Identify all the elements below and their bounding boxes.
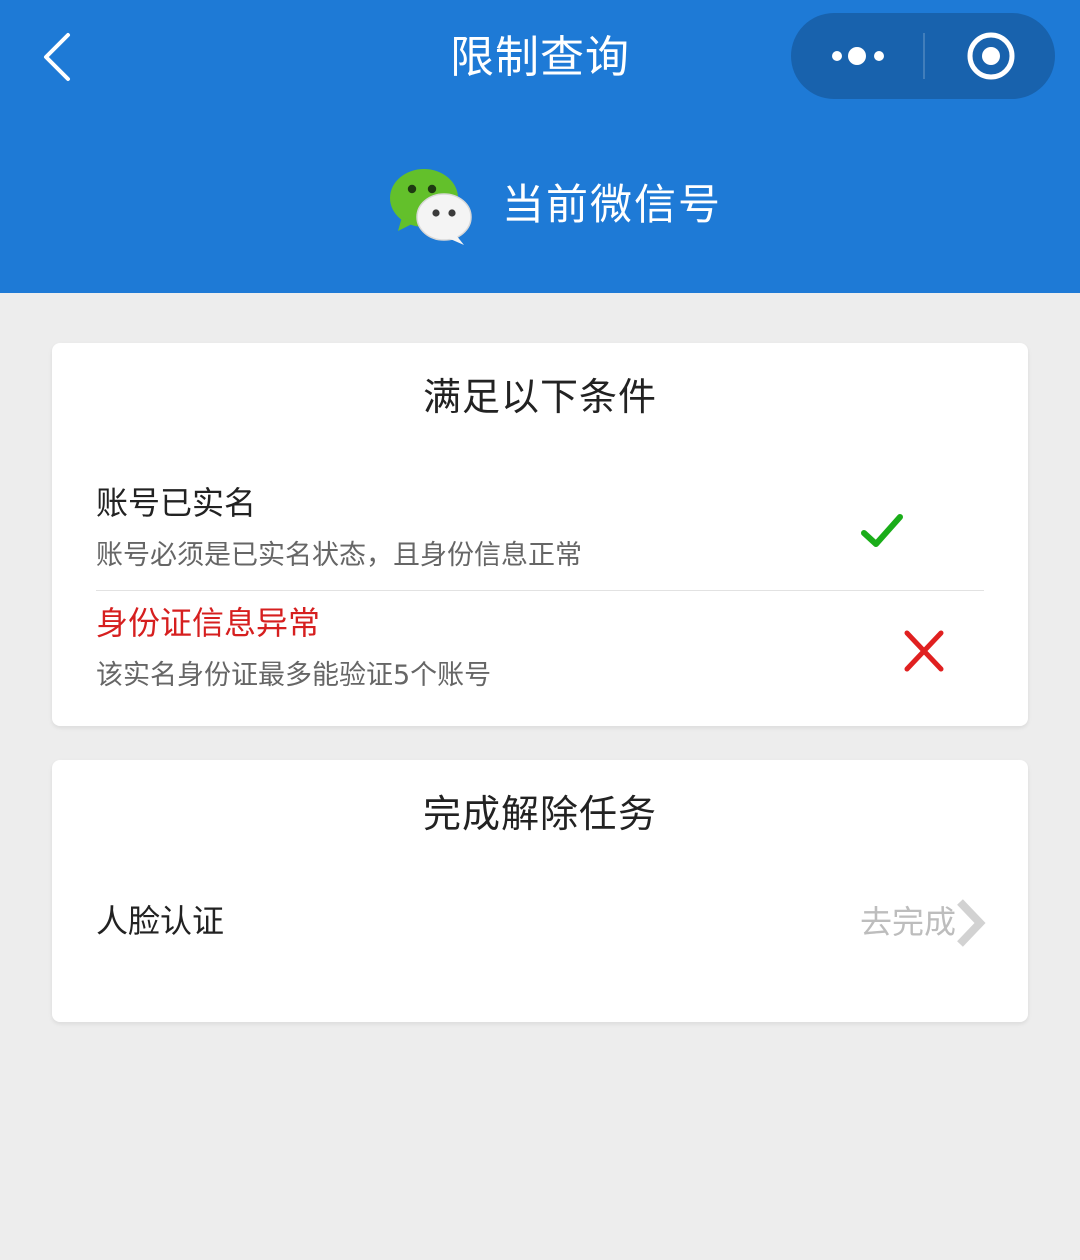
check-icon [861,514,903,547]
condition-divider [96,590,984,591]
condition-title: 账号已实名 [96,484,257,522]
condition-title: 身份证信息异常 [96,604,321,642]
condition-description: 账号必须是已实名状态，且身份信息正常 [96,540,582,571]
chevron-right-icon [957,899,986,947]
target-circle-icon [967,32,1015,80]
current-account-label: 当前微信号 [502,180,723,229]
more-button[interactable] [791,13,923,99]
go-complete-label: 去完成 [859,903,956,941]
condition-description: 该实名身份证最多能验证5个账号 [96,660,492,691]
go-complete-button[interactable]: 去完成 [838,896,988,948]
task-item-face-verification: 人脸认证 去完成 [96,892,986,952]
conditions-title: 满足以下条件 [422,375,657,419]
wechat-logo-icon [390,169,472,245]
condition-item-real-name: 账号已实名 账号必须是已实名状态，且身份信息正常 [96,480,984,590]
tasks-title: 完成解除任务 [422,792,657,836]
mini-program-capsule [791,13,1055,99]
task-label: 人脸认证 [96,902,225,940]
cross-icon [904,630,944,672]
close-mini-program-button[interactable] [925,13,1055,99]
condition-item-id-abnormal: 身份证信息异常 该实名身份证最多能验证5个账号 [96,600,984,700]
header-bar: 限制查询 当前微信号 [0,0,1080,293]
more-dots-icon [832,47,884,65]
tasks-card: 完成解除任务 人脸认证 去完成 [52,760,1028,1022]
